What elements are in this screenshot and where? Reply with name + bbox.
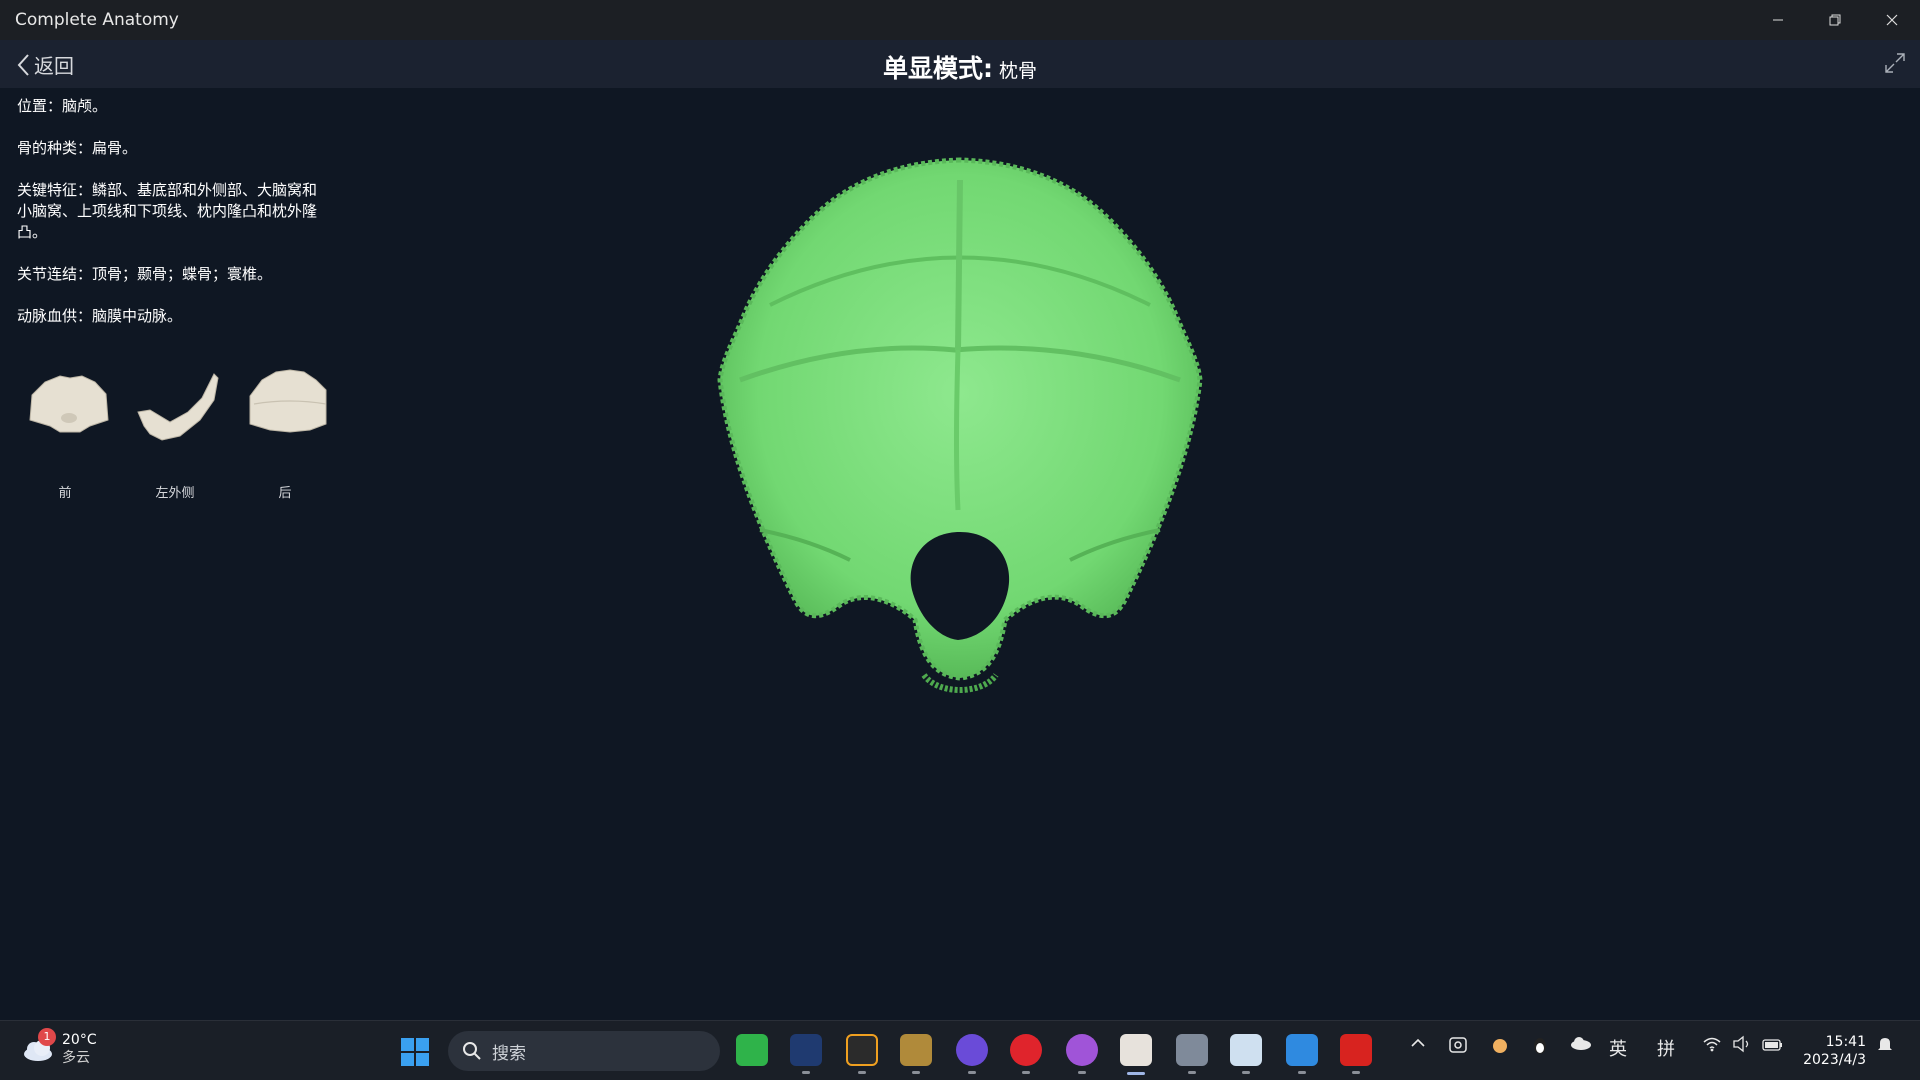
tray-cat-icon bbox=[1493, 1039, 1507, 1053]
view-header: 返回 单显模式: 枕骨 bbox=[0, 40, 1920, 88]
start-button[interactable] bbox=[400, 1037, 430, 1071]
tray-app-1[interactable] bbox=[1448, 1035, 1468, 1060]
bone-posterior-thumbnail bbox=[249, 369, 327, 433]
search-placeholder: 搜索 bbox=[492, 1043, 526, 1064]
restore-button[interactable] bbox=[1806, 0, 1863, 40]
view-left-lateral-label: 左外侧 bbox=[155, 486, 195, 501]
minimize-icon bbox=[1772, 19, 1783, 21]
view-left-lateral[interactable]: 左外侧 bbox=[130, 360, 230, 501]
weather-badge: 1 bbox=[38, 1028, 56, 1046]
weather-widget[interactable]: 1 20°C 多云 bbox=[22, 1028, 97, 1067]
bone-name: 枕骨 bbox=[998, 60, 1037, 82]
info-articulations: 关节连结：顶骨；颞骨；蝶骨；寰椎。 bbox=[17, 265, 273, 283]
view-front[interactable]: 前 bbox=[20, 360, 120, 501]
page-title: 单显模式: 枕骨 bbox=[0, 49, 1920, 85]
bone-lateral-thumbnail bbox=[137, 373, 219, 441]
tray-overflow-button[interactable] bbox=[1410, 1035, 1426, 1056]
bone-info-panel: 位置：脑颅。 骨的种类：扁骨。 关键特征：鳞部、基底部和外侧部、大脑窝和小脑窝、… bbox=[17, 96, 317, 348]
ime-language[interactable]: 英 bbox=[1609, 1035, 1627, 1061]
taskbar-search[interactable]: 搜索 bbox=[448, 1031, 720, 1071]
view-thumbnails: 前 左外侧 后 bbox=[20, 360, 327, 510]
taskbar-app-monitor[interactable] bbox=[1230, 1034, 1262, 1066]
view-posterior[interactable]: 后 bbox=[240, 360, 340, 501]
close-button[interactable] bbox=[1863, 0, 1920, 40]
view-front-label: 前 bbox=[58, 486, 72, 501]
taskbar-app-league[interactable] bbox=[900, 1034, 932, 1066]
info-bone-type: 骨的种类：扁骨。 bbox=[17, 139, 138, 157]
occipital-bone-model[interactable] bbox=[700, 150, 1220, 720]
taskbar-app-cat[interactable] bbox=[790, 1034, 822, 1066]
chevron-up-icon bbox=[1411, 1038, 1425, 1047]
volume-button[interactable] bbox=[1732, 1035, 1752, 1058]
tray-onedrive[interactable] bbox=[1570, 1035, 1592, 1056]
expand-button[interactable] bbox=[1884, 52, 1906, 78]
tray-app-3[interactable] bbox=[1530, 1035, 1550, 1060]
weather-temp: 20°C bbox=[62, 1032, 97, 1048]
tray-app-icon bbox=[1449, 1037, 1467, 1053]
minimize-button[interactable] bbox=[1749, 0, 1806, 40]
title-bar: Complete Anatomy bbox=[0, 0, 1920, 40]
clock-time: 15:41 bbox=[1825, 1034, 1866, 1050]
notification-button[interactable] bbox=[1876, 1035, 1894, 1058]
clock[interactable]: 15:41 2023/4/3 bbox=[1794, 1033, 1866, 1069]
battery-icon bbox=[1762, 1039, 1782, 1051]
info-features: 关键特征：鳞部、基底部和外侧部、大脑窝和小脑窝、上项线和下项线、枕内隆凸和枕外隆… bbox=[17, 181, 318, 241]
taskbar-app-netease-music[interactable] bbox=[1010, 1034, 1042, 1066]
taskbar-app-crystal[interactable] bbox=[956, 1034, 988, 1066]
view-posterior-label: 后 bbox=[278, 486, 292, 501]
taskbar-app-acrobat[interactable] bbox=[1340, 1034, 1372, 1066]
taskbar-app-green-grid[interactable] bbox=[736, 1034, 768, 1066]
clock-date: 2023/4/3 bbox=[1803, 1052, 1866, 1068]
wifi-icon bbox=[1703, 1037, 1721, 1052]
bell-icon bbox=[1878, 1038, 1892, 1050]
taskbar-app-g[interactable] bbox=[846, 1034, 878, 1066]
close-icon bbox=[1886, 14, 1897, 26]
tray-app-2[interactable] bbox=[1490, 1035, 1510, 1060]
taskbar: 1 20°C 多云 搜索 英 拼 15:41 2023/4/3 bbox=[0, 1020, 1920, 1080]
mode-label: 单显模式: bbox=[882, 54, 993, 83]
bone-front-thumbnail bbox=[29, 375, 109, 433]
taskbar-app-paint[interactable] bbox=[1286, 1034, 1318, 1066]
restore-icon bbox=[1829, 14, 1840, 26]
info-location: 位置：脑颅。 bbox=[17, 97, 108, 115]
window-controls bbox=[1749, 0, 1920, 40]
info-blood-supply: 动脉血供：脑膜中动脉。 bbox=[17, 307, 183, 325]
weather-condition: 多云 bbox=[62, 1050, 90, 1066]
volume-icon bbox=[1733, 1035, 1749, 1053]
taskbar-app-complete-anatomy[interactable] bbox=[1120, 1034, 1152, 1066]
battery-button[interactable] bbox=[1762, 1035, 1784, 1058]
taskbar-app-gear[interactable] bbox=[1176, 1034, 1208, 1066]
tray-penguin-icon bbox=[1534, 1038, 1546, 1054]
cloud-icon bbox=[1571, 1037, 1591, 1050]
windows-icon bbox=[401, 1038, 429, 1066]
expand-icon bbox=[1885, 53, 1905, 73]
taskbar-app-purple[interactable] bbox=[1066, 1034, 1098, 1066]
ime-mode[interactable]: 拼 bbox=[1657, 1035, 1675, 1061]
app-title: Complete Anatomy bbox=[15, 10, 179, 30]
search-icon bbox=[463, 1042, 481, 1060]
wifi-button[interactable] bbox=[1702, 1035, 1722, 1058]
